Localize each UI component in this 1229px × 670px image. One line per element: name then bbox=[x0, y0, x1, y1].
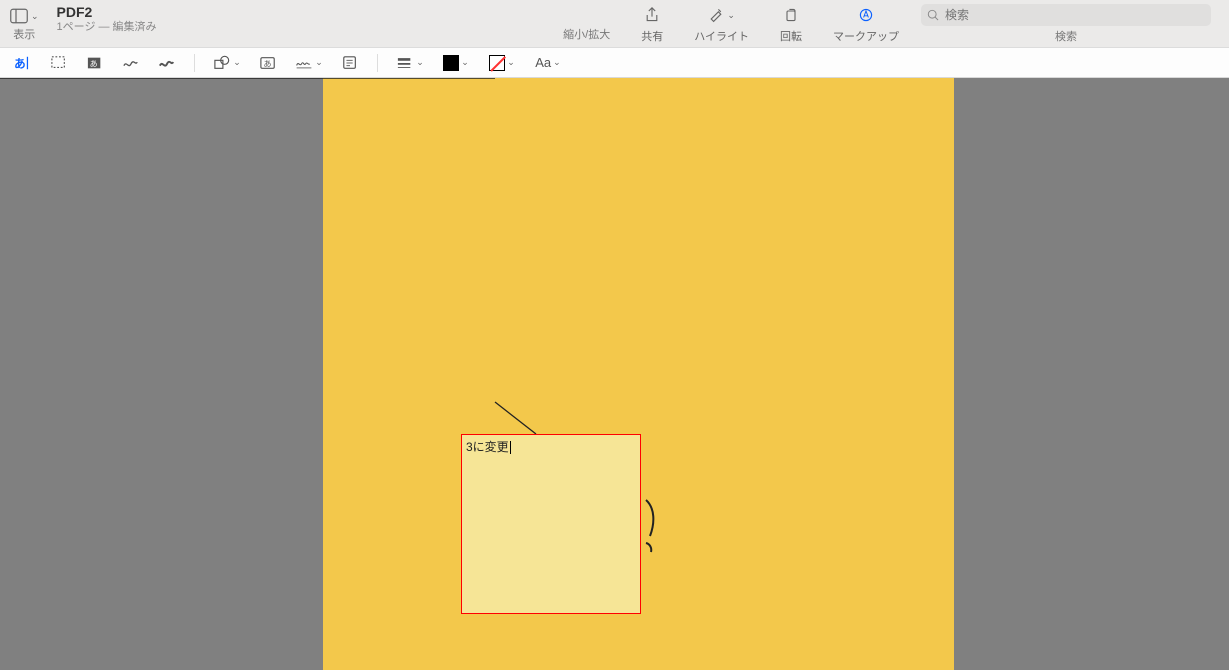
stroke-swatch-icon bbox=[443, 55, 459, 71]
markup-icon bbox=[858, 7, 874, 23]
sketch-icon bbox=[122, 55, 140, 71]
signature-icon bbox=[295, 55, 313, 71]
sketch-tool[interactable] bbox=[118, 52, 144, 74]
search-group: 検索 bbox=[921, 4, 1211, 44]
document-subtitle: 1ページ — 編集済み bbox=[57, 21, 157, 34]
svg-text:あ: あ bbox=[90, 59, 98, 68]
chevron-down-icon: ⌄ bbox=[507, 57, 515, 68]
share-label: 共有 bbox=[641, 28, 663, 44]
markup-toolbar: あ あ ⌄ あ ⌄ ⌄ bbox=[0, 48, 1229, 78]
highlight-label: ハイライト bbox=[694, 28, 749, 44]
search-label: 検索 bbox=[1055, 28, 1077, 44]
rotate-button[interactable]: 回転 bbox=[771, 4, 811, 44]
document-title: PDF2 bbox=[57, 4, 157, 21]
share-icon bbox=[644, 7, 660, 23]
note-text: 3に変更 bbox=[466, 440, 509, 454]
share-button[interactable]: 共有 bbox=[632, 4, 672, 44]
fill-color-tool[interactable]: ⌄ bbox=[484, 52, 520, 74]
rotate-icon bbox=[783, 7, 799, 23]
redact-icon: あ bbox=[86, 55, 104, 71]
svg-text:あ: あ bbox=[264, 59, 272, 68]
shapes-tool[interactable]: ⌄ bbox=[209, 52, 245, 74]
chevron-down-icon: ⌄ bbox=[315, 57, 323, 68]
text-box-icon: あ bbox=[259, 55, 277, 71]
chevron-down-icon: ⌄ bbox=[31, 11, 39, 22]
chevron-down-icon: ⌄ bbox=[416, 57, 424, 68]
sidebar-icon bbox=[10, 8, 28, 24]
text-selection-tool[interactable]: あ bbox=[10, 52, 36, 74]
signature-tool[interactable]: ⌄ bbox=[291, 52, 327, 74]
shapes-icon bbox=[213, 55, 231, 71]
search-icon bbox=[927, 9, 940, 22]
highlight-button[interactable]: ⌄ ハイライト bbox=[694, 4, 749, 44]
chevron-down-icon: ⌄ bbox=[727, 10, 735, 21]
text-style-label: Aa bbox=[535, 55, 551, 70]
text-select-icon: あ bbox=[14, 55, 32, 71]
view-label: 表示 bbox=[13, 26, 35, 42]
rectangular-selection-tool[interactable] bbox=[46, 52, 72, 74]
text-cursor bbox=[510, 441, 511, 454]
redact-tool[interactable]: あ bbox=[82, 52, 108, 74]
markup-button[interactable]: マークアップ bbox=[833, 4, 899, 44]
search-box[interactable] bbox=[921, 4, 1211, 26]
zoom-group: 縮小/拡大 bbox=[563, 4, 610, 42]
titlebar-left: ⌄ 表示 PDF2 1ページ — 編集済み bbox=[10, 4, 157, 42]
fill-swatch-icon bbox=[489, 55, 505, 71]
chevron-down-icon: ⌄ bbox=[461, 57, 469, 68]
svg-text:あ: あ bbox=[14, 57, 26, 70]
zoom-label: 縮小/拡大 bbox=[563, 26, 610, 42]
stroke-color-tool[interactable]: ⌄ bbox=[438, 52, 474, 74]
text-style-tool[interactable]: Aa ⌄ bbox=[530, 52, 566, 74]
text-tool[interactable]: あ bbox=[255, 52, 281, 74]
window-titlebar: ⌄ 表示 PDF2 1ページ — 編集済み 縮小/拡大 共有 ⌄ ハイライト 回… bbox=[0, 0, 1229, 48]
rotate-label: 回転 bbox=[780, 28, 802, 44]
line-style-icon bbox=[396, 55, 414, 71]
canvas-area[interactable]: 3に変更 bbox=[0, 78, 1229, 670]
markup-label: マークアップ bbox=[833, 28, 899, 44]
draw-icon bbox=[158, 55, 176, 71]
search-input[interactable] bbox=[945, 8, 1205, 22]
line-style-tool[interactable]: ⌄ bbox=[392, 52, 428, 74]
toolbar-separator bbox=[377, 54, 378, 72]
sidebar-toggle[interactable]: ⌄ bbox=[10, 8, 39, 24]
note-icon bbox=[341, 55, 359, 71]
highlight-icon bbox=[708, 7, 724, 23]
titlebar-right: 縮小/拡大 共有 ⌄ ハイライト 回転 マークアップ 検索 bbox=[157, 4, 1219, 44]
rect-select-icon bbox=[50, 55, 68, 71]
toolbar-separator bbox=[194, 54, 195, 72]
note-tool[interactable] bbox=[337, 52, 363, 74]
annotation-note[interactable]: 3に変更 bbox=[461, 434, 641, 614]
chevron-down-icon: ⌄ bbox=[233, 57, 241, 68]
chevron-down-icon: ⌄ bbox=[553, 57, 561, 68]
document-title-block: PDF2 1ページ — 編集済み bbox=[57, 4, 157, 34]
view-control: ⌄ 表示 bbox=[10, 4, 39, 42]
draw-tool[interactable] bbox=[154, 52, 180, 74]
